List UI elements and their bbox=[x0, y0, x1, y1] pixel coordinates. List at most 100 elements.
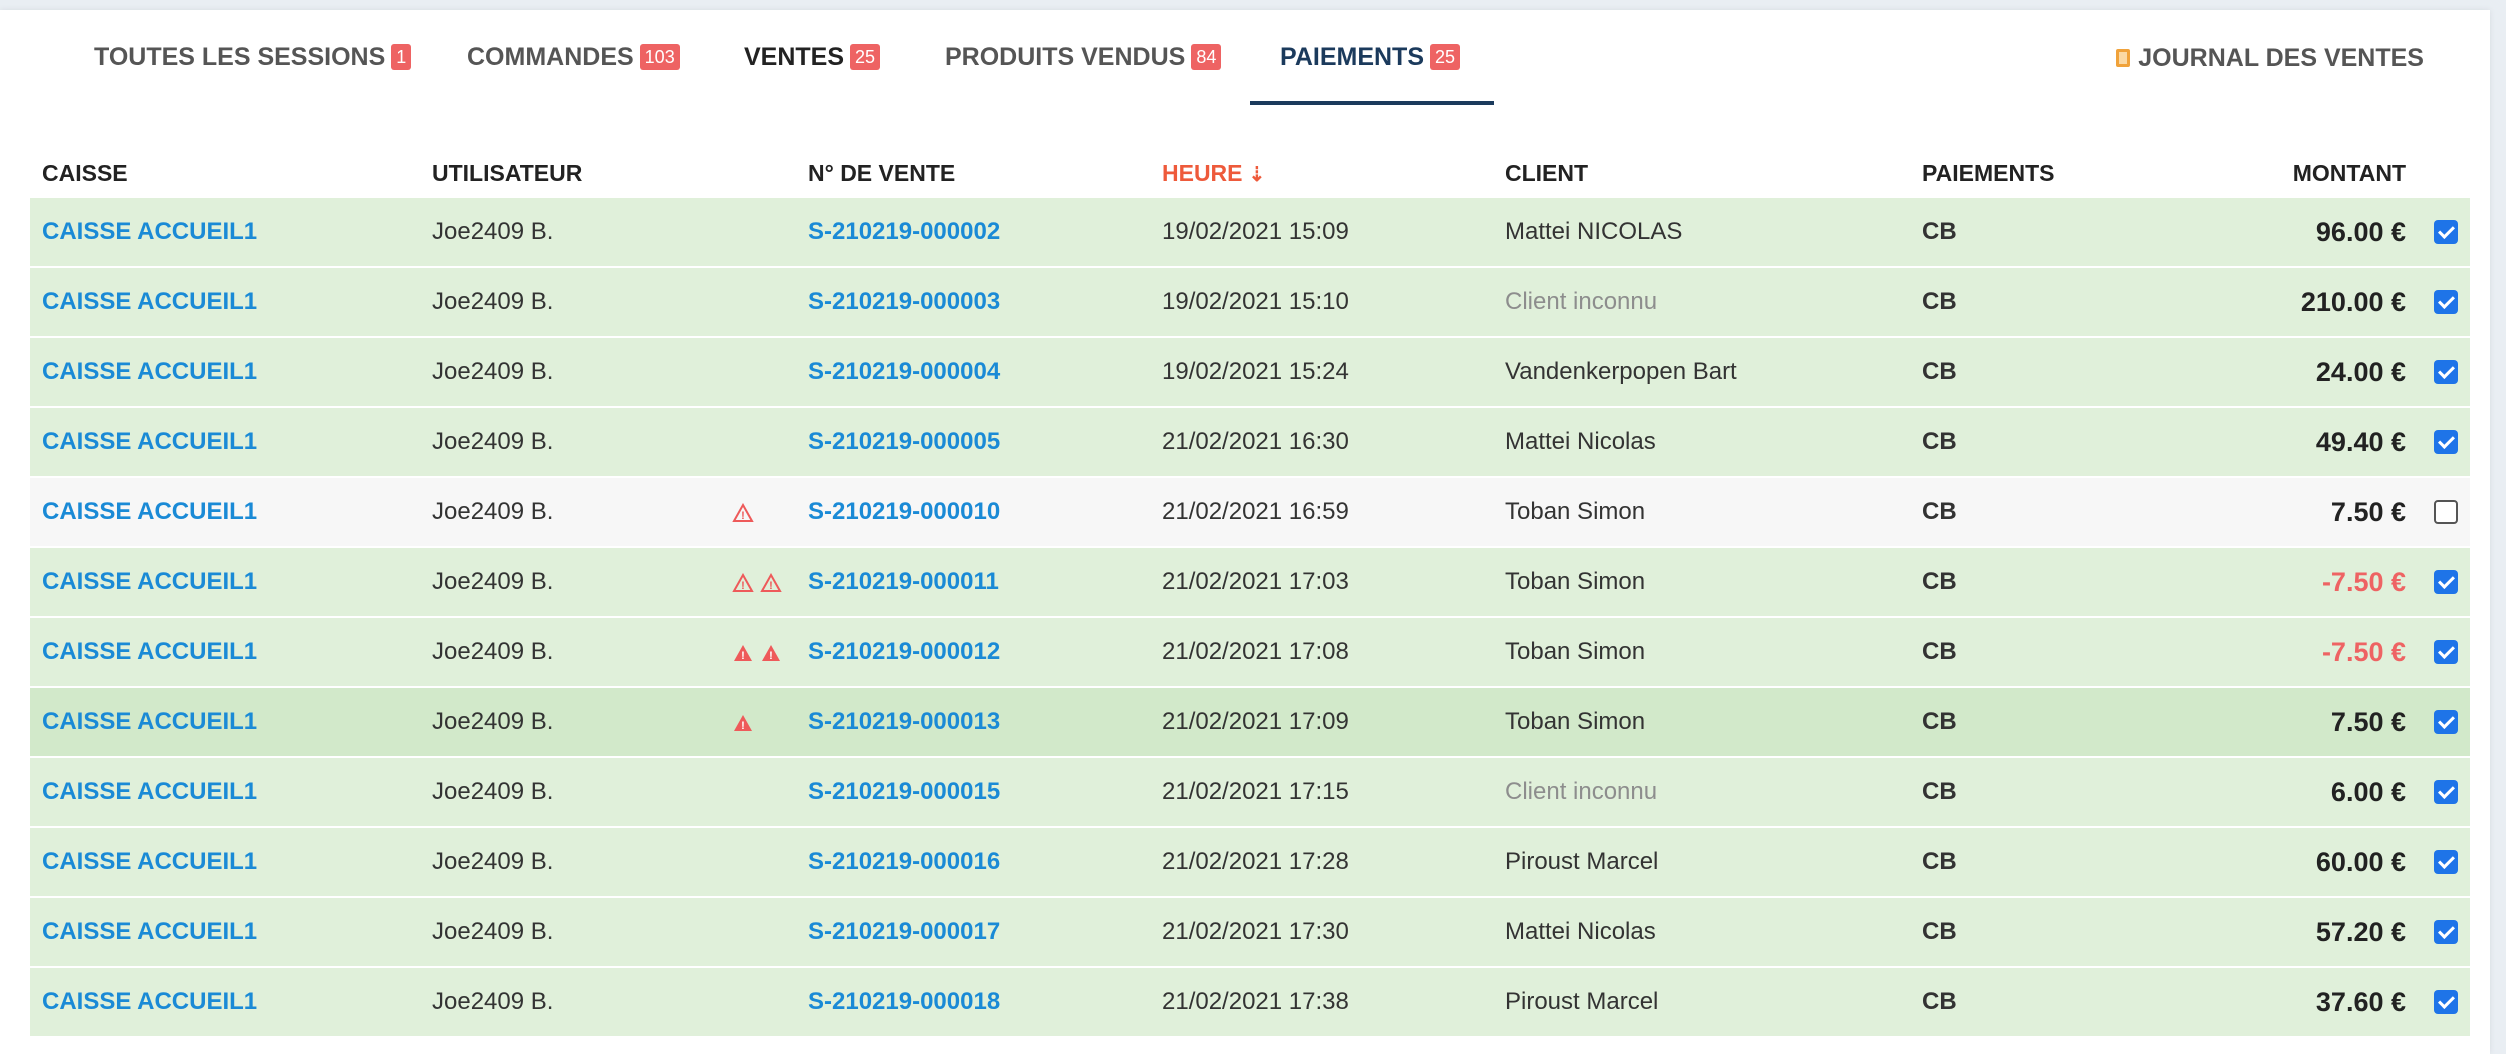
tab-produits-vendus[interactable]: PRODUITS VENDUS 84 bbox=[945, 42, 1222, 72]
journal-des-ventes-link[interactable]: JOURNAL DES VENTES bbox=[2116, 44, 2424, 73]
tab-label: COMMANDES bbox=[467, 43, 634, 71]
table-row[interactable]: CAISSE ACCUEIL1 Joe2409 B. S-210219-000002… bbox=[30, 198, 2470, 267]
caisse-link[interactable]: CAISSE ACCUEIL1 bbox=[42, 758, 257, 826]
column-header-utilisateur[interactable]: UTILISATEUR bbox=[432, 160, 582, 187]
client-name: Client inconnu bbox=[1505, 288, 1658, 315]
sale-number-link[interactable]: S-210219-000012 bbox=[808, 618, 1000, 686]
tab-commandes[interactable]: COMMANDES 103 bbox=[467, 42, 680, 72]
warning-icon: ! bbox=[734, 714, 752, 732]
user-name: Joe2409 B. bbox=[432, 218, 554, 245]
row-checkbox[interactable] bbox=[2434, 920, 2458, 944]
caisse-link[interactable]: CAISSE ACCUEIL1 bbox=[42, 968, 257, 1036]
table-row[interactable]: CAISSE ACCUEIL1 Joe2409 B. S-210219-000015… bbox=[30, 758, 2470, 827]
row-checkbox[interactable] bbox=[2434, 570, 2458, 594]
sale-number-link[interactable]: S-210219-000013 bbox=[808, 688, 1000, 756]
user-name: Joe2409 B. bbox=[432, 428, 554, 455]
table-row[interactable]: CAISSE ACCUEIL1 Joe2409 B. S-210219-000017… bbox=[30, 898, 2470, 967]
table-row[interactable]: CAISSE ACCUEIL1 Joe2409 B.! S-210219-00001… bbox=[30, 478, 2470, 547]
row-checkbox[interactable] bbox=[2434, 500, 2458, 524]
column-header-client[interactable]: CLIENT bbox=[1505, 160, 1588, 187]
caisse-link[interactable]: CAISSE ACCUEIL1 bbox=[42, 268, 257, 336]
warning-icon: ! bbox=[732, 502, 754, 522]
row-checkbox[interactable] bbox=[2434, 640, 2458, 664]
sale-number-link[interactable]: S-210219-000018 bbox=[808, 968, 1000, 1036]
user-name: Joe2409 B. bbox=[432, 778, 554, 805]
active-tab-indicator bbox=[1250, 101, 1494, 105]
tab-paiements[interactable]: PAIEMENTS 25 bbox=[1280, 42, 1461, 72]
sale-number-link[interactable]: S-210219-000016 bbox=[808, 828, 1000, 896]
sale-number-link[interactable]: S-210219-000005 bbox=[808, 408, 1000, 476]
table-row[interactable]: CAISSE ACCUEIL1 Joe2409 B.!! S-210219-0000… bbox=[30, 548, 2470, 617]
row-checkbox[interactable] bbox=[2434, 850, 2458, 874]
column-header-montant[interactable]: MONTANT bbox=[2293, 160, 2406, 187]
column-header-caisse[interactable]: CAISSE bbox=[42, 160, 128, 187]
amount: 7.50 € bbox=[2330, 497, 2406, 527]
row-checkbox[interactable] bbox=[2434, 430, 2458, 454]
caisse-link[interactable]: CAISSE ACCUEIL1 bbox=[42, 548, 257, 616]
row-checkbox[interactable] bbox=[2434, 290, 2458, 314]
client-name: Toban Simon bbox=[1505, 708, 1646, 735]
caisse-link[interactable]: CAISSE ACCUEIL1 bbox=[42, 898, 257, 966]
sale-number-link[interactable]: S-210219-000010 bbox=[808, 478, 1000, 546]
row-checkbox[interactable] bbox=[2434, 710, 2458, 734]
sale-time: 21/02/2021 17:28 bbox=[1162, 848, 1349, 875]
sale-time: 21/02/2021 17:09 bbox=[1162, 708, 1349, 735]
column-header-heure[interactable]: HEURE ⇣ bbox=[1162, 160, 1265, 187]
table-row[interactable]: CAISSE ACCUEIL1 Joe2409 B. S-210219-000016… bbox=[30, 828, 2470, 897]
user-name: Joe2409 B. bbox=[432, 988, 554, 1015]
user-name: Joe2409 B. bbox=[432, 848, 554, 875]
sale-number-link[interactable]: S-210219-000011 bbox=[808, 548, 999, 616]
caisse-link[interactable]: CAISSE ACCUEIL1 bbox=[42, 688, 257, 756]
count-badge: 25 bbox=[1430, 44, 1461, 70]
payment-method: CB bbox=[1922, 428, 1957, 455]
row-checkbox[interactable] bbox=[2434, 360, 2458, 384]
client-name: Client inconnu bbox=[1505, 778, 1658, 805]
sale-number-link[interactable]: S-210219-000002 bbox=[808, 198, 1000, 266]
table-row[interactable]: CAISSE ACCUEIL1 Joe2409 B.! S-210219-00001… bbox=[30, 688, 2470, 757]
tab-toutes-les-sessions[interactable]: TOUTES LES SESSIONS 1 bbox=[94, 42, 412, 72]
sale-time: 21/02/2021 17:03 bbox=[1162, 568, 1349, 595]
client-name: Mattei Nicolas bbox=[1505, 428, 1656, 455]
caisse-link[interactable]: CAISSE ACCUEIL1 bbox=[42, 478, 257, 546]
table-row[interactable]: CAISSE ACCUEIL1 Joe2409 B.!! S-210219-0000… bbox=[30, 618, 2470, 687]
row-checkbox[interactable] bbox=[2434, 780, 2458, 804]
table-row[interactable]: CAISSE ACCUEIL1 Joe2409 B. S-210219-000018… bbox=[30, 968, 2470, 1037]
user-name: Joe2409 B. bbox=[432, 498, 554, 525]
amount: -7.50 € bbox=[2321, 567, 2406, 597]
sale-number-link[interactable]: S-210219-000003 bbox=[808, 268, 1000, 336]
column-header-vente[interactable]: N° DE VENTE bbox=[808, 160, 955, 187]
warning-icon: ! bbox=[760, 572, 782, 592]
amount: 60.00 € bbox=[2315, 847, 2406, 877]
caisse-link[interactable]: CAISSE ACCUEIL1 bbox=[42, 338, 257, 406]
caisse-link[interactable]: CAISSE ACCUEIL1 bbox=[42, 828, 257, 896]
table-row[interactable]: CAISSE ACCUEIL1 Joe2409 B. S-210219-000003… bbox=[30, 268, 2470, 337]
warning-icons: ! bbox=[732, 478, 760, 546]
sale-time: 21/02/2021 16:59 bbox=[1162, 498, 1349, 525]
sale-number-link[interactable]: S-210219-000017 bbox=[808, 898, 1000, 966]
client-name: Mattei Nicolas bbox=[1505, 918, 1656, 945]
sale-time: 19/02/2021 15:09 bbox=[1162, 218, 1349, 245]
svg-text:!: ! bbox=[741, 650, 745, 662]
table-row[interactable]: CAISSE ACCUEIL1 Joe2409 B. S-210219-000005… bbox=[30, 408, 2470, 477]
svg-text:!: ! bbox=[769, 580, 773, 592]
sale-time: 21/02/2021 16:30 bbox=[1162, 428, 1349, 455]
amount: 37.60 € bbox=[2315, 987, 2406, 1017]
client-name: Vandenkerpopen Bart bbox=[1505, 358, 1737, 385]
sale-number-link[interactable]: S-210219-000015 bbox=[808, 758, 1000, 826]
sale-number-link[interactable]: S-210219-000004 bbox=[808, 338, 1000, 406]
caisse-link[interactable]: CAISSE ACCUEIL1 bbox=[42, 618, 257, 686]
amount: 57.20 € bbox=[2315, 917, 2406, 947]
tab-ventes[interactable]: VENTES 25 bbox=[744, 42, 881, 72]
sales-panel: TOUTES LES SESSIONS 1 COMMANDES 103 VENTES… bbox=[0, 10, 2490, 1054]
user-name: Joe2409 B. bbox=[432, 288, 554, 315]
row-checkbox[interactable] bbox=[2434, 220, 2458, 244]
amount: 24.00 € bbox=[2315, 357, 2406, 387]
table-row[interactable]: CAISSE ACCUEIL1 Joe2409 B. S-210219-000004… bbox=[30, 338, 2470, 407]
caisse-link[interactable]: CAISSE ACCUEIL1 bbox=[42, 198, 257, 266]
count-badge: 25 bbox=[850, 44, 881, 70]
book-icon bbox=[2116, 49, 2131, 67]
column-header-paiements[interactable]: PAIEMENTS bbox=[1922, 160, 2054, 187]
caisse-link[interactable]: CAISSE ACCUEIL1 bbox=[42, 408, 257, 476]
row-checkbox[interactable] bbox=[2434, 990, 2458, 1014]
client-name: Piroust Marcel bbox=[1505, 848, 1659, 875]
